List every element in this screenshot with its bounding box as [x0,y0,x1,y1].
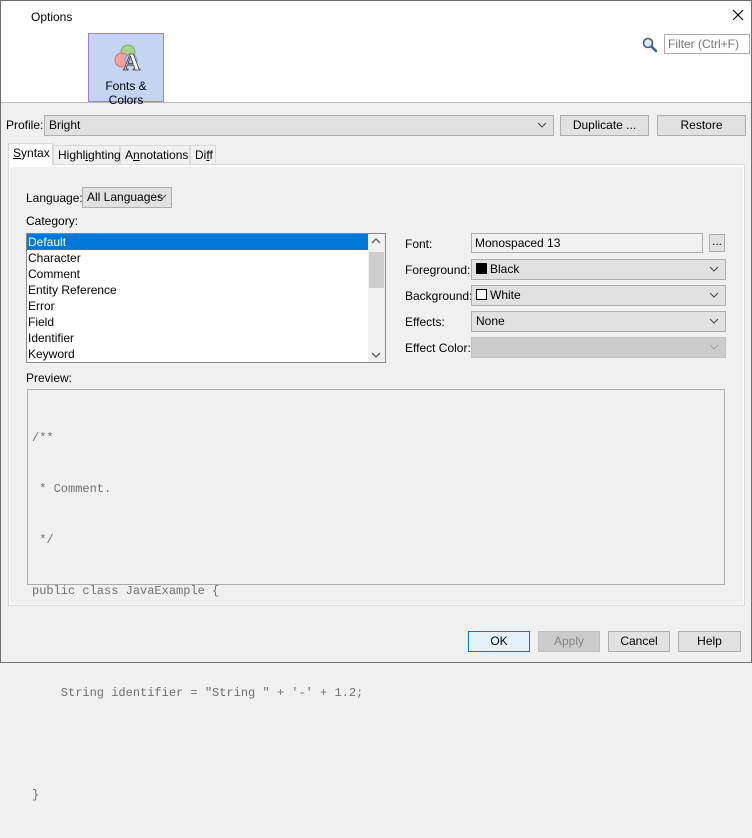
tab-label: Highl [58,148,86,162]
profile-value: Bright [49,118,81,132]
chevron-down-icon [709,344,719,350]
category-scrollbar[interactable] [368,234,385,362]
effect-color-label: Effect Color: [405,341,471,355]
tab-label: ghting [88,148,121,162]
background-select[interactable]: White [471,285,726,306]
category-label: Category: [26,214,79,228]
language-select[interactable]: All Languages [82,187,172,208]
category-label: Fonts & Colors [105,79,147,107]
tab-mnemonic: S [13,146,22,160]
tab-syntax[interactable]: Syntax [8,143,53,165]
list-item[interactable]: Character [27,250,385,266]
preview-label: Preview: [26,371,73,385]
list-item[interactable]: Comment [27,266,385,282]
preview-pane: /** * Comment. */ public class JavaExamp… [27,389,725,802]
background-value: White [490,288,521,302]
background-swatch [476,289,487,300]
foreground-label: Foreground: [405,263,471,277]
font-label: Font: [405,237,433,251]
preview-line [32,736,720,753]
font-field[interactable]: Monospaced 13 [471,233,703,253]
profile-select[interactable]: Bright [44,115,554,136]
category-fonts-colors[interactable]: A Fonts & Colors [88,33,164,107]
foreground-value: Black [490,262,520,276]
profile-label: Profile: [6,118,44,132]
restore-button[interactable]: Restore [657,115,746,136]
language-label: Language: [26,191,83,205]
tab-label: A [125,148,134,162]
chevron-up-icon[interactable] [371,236,381,246]
font-browse-button[interactable]: ... [709,234,725,252]
effects-value: None [476,314,505,328]
options-dialog: Options A Fonts & Colors Profile: Bright… [0,0,752,802]
tab-diff[interactable]: Diff [190,145,216,165]
chevron-down-icon [709,266,719,272]
effects-select[interactable]: None [471,311,726,332]
language-value: All Languages [87,190,164,204]
chevron-down-icon [709,318,719,324]
effects-label: Effects: [405,315,445,329]
scrollbar-thumb[interactable] [369,252,384,288]
window-title: Options [31,10,73,24]
list-item[interactable]: Default [27,234,385,250]
list-item[interactable]: Error [27,298,385,314]
close-button[interactable] [728,5,748,25]
cancel-button[interactable]: Cancel [608,631,670,652]
preview-line: * Comment. [32,482,112,496]
fonts-colors-icon: A [114,44,141,76]
background-label: Background: [405,289,473,303]
magnifier-icon [642,37,658,53]
close-icon [732,9,744,21]
preview-line: } [32,788,40,802]
preview-line: */ [32,533,54,547]
foreground-select[interactable]: Black [471,259,726,280]
tab-label: notations [139,148,189,162]
apply-button[interactable]: Apply [538,631,600,652]
tab-label: Di [195,148,207,162]
tab-mnemonic: n [133,148,140,162]
tab-annotations[interactable]: Annotations [120,145,190,165]
chevron-down-icon [709,292,719,298]
chevron-down-icon [537,122,547,128]
list-item[interactable]: Keyword [27,346,385,362]
filter-input[interactable] [664,34,750,54]
category-list[interactable]: Default Character Comment Entity Referen… [26,233,386,363]
tab-label: f [209,148,213,162]
svg-text:A: A [123,50,141,76]
category-toolbar: Options A Fonts & Colors [1,1,751,107]
preview-line: public class JavaExample { [32,584,220,598]
tab-highlighting[interactable]: Highlighting [53,145,121,165]
foreground-swatch [476,263,487,274]
preview-line: /** [32,431,54,445]
effect-color-select[interactable] [471,337,726,358]
tab-label: yntax [21,146,50,160]
preview-line: String identifier = "String " + '-' + 1.… [32,686,364,700]
duplicate-button[interactable]: Duplicate ... [560,115,649,136]
chevron-down-icon [157,194,167,200]
list-item[interactable]: Identifier [27,330,385,346]
list-item[interactable]: Field [27,314,385,330]
help-button[interactable]: Help [678,631,741,652]
ok-button[interactable]: OK [468,631,530,652]
list-item[interactable]: Entity Reference [27,282,385,298]
chevron-down-icon[interactable] [371,350,381,360]
